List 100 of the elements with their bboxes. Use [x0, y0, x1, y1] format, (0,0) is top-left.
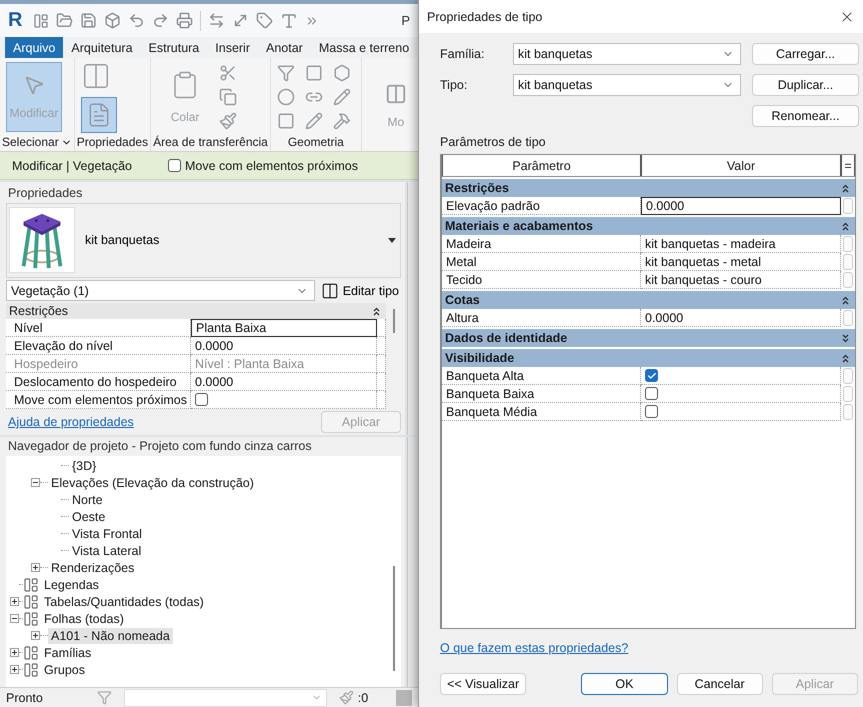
side-button[interactable]: Renomear... — [752, 105, 859, 127]
stool-thumbnail — [9, 207, 75, 274]
expand-toggle[interactable] — [31, 631, 40, 640]
checkbox[interactable] — [645, 387, 658, 400]
ribbon-tab[interactable]: Arquivo — [5, 37, 64, 58]
side-button[interactable]: Duplicar... — [752, 74, 859, 96]
tree-item[interactable]: Famílias — [41, 644, 94, 660]
print-icon[interactable] — [176, 12, 194, 29]
tree-item[interactable]: Grupos — [41, 662, 88, 678]
tree-item[interactable]: Tabelas/Quantidades (todas) — [41, 594, 207, 610]
dropdown-field[interactable]: kit banquetas — [513, 43, 741, 65]
ribbon-tab[interactable]: Anotar — [258, 37, 311, 58]
collapse-icon[interactable] — [842, 222, 849, 230]
property-value[interactable]: Planta Baixa — [191, 319, 377, 338]
group-header[interactable]: Restrições — [442, 179, 855, 197]
side-button[interactable]: Carregar... — [752, 43, 859, 65]
collapse-icon[interactable] — [842, 296, 849, 304]
dropdown-field[interactable]: kit banquetas — [513, 74, 741, 96]
app-logo[interactable]: R — [8, 9, 22, 32]
expand-toggle[interactable] — [10, 648, 19, 657]
tree-item[interactable]: Renderizações — [48, 560, 138, 576]
dialog-button[interactable]: Cancelar — [676, 673, 763, 695]
expand-toggle[interactable] — [10, 597, 19, 606]
plus-icon — [32, 632, 39, 639]
panel-label: Propriedades — [76, 135, 148, 149]
column-header[interactable]: Valor — [641, 155, 841, 176]
dialog-title: Propriedades de tipo — [427, 10, 542, 24]
collapse-icon[interactable] — [842, 354, 849, 362]
expand-toggle[interactable] — [31, 563, 40, 572]
checkbox[interactable] — [645, 405, 658, 418]
window-title: P — [401, 13, 410, 28]
cut-icon[interactable] — [219, 64, 238, 82]
tag-icon[interactable] — [256, 12, 274, 29]
collapse-toggle[interactable] — [10, 614, 19, 623]
group-header[interactable]: Cotas — [442, 291, 855, 309]
dialog-button[interactable]: << Visualizar — [440, 673, 526, 695]
dialog-button[interactable]: OK — [581, 673, 668, 695]
property-value[interactable]: kit banquetas - couro — [641, 271, 841, 289]
collapse-icon[interactable] — [842, 184, 849, 192]
property-value[interactable]: kit banquetas - madeira — [641, 235, 841, 253]
parameter-button[interactable] — [843, 272, 853, 288]
status-indicator — [396, 690, 412, 706]
group-title: Restrições — [9, 304, 68, 318]
tree-item[interactable]: Folhas (todas) — [41, 610, 127, 626]
paintbrush-icon[interactable] — [219, 112, 238, 130]
ribbon-tab[interactable]: Estrutura — [140, 37, 208, 58]
checkbox[interactable] — [195, 393, 208, 406]
panel-label: Área de transferência — [153, 135, 268, 149]
open-icon[interactable] — [56, 12, 74, 29]
panel-title: Propriedades — [7, 186, 84, 202]
parameter-button[interactable] — [843, 386, 853, 402]
parameter-button[interactable] — [843, 310, 853, 326]
type-selector[interactable]: kit banquetas — [6, 203, 401, 278]
group-header[interactable]: Restrições — [6, 303, 386, 320]
property-value[interactable]: 0.0000 — [641, 197, 841, 215]
ribbon-tab[interactable]: Massa e terreno — [310, 37, 418, 58]
tree-item[interactable]: Legendas — [41, 576, 102, 592]
edit-type-button[interactable]: Editar tipo — [318, 282, 401, 300]
filter-dropdown[interactable]: Vegetação (1) — [6, 280, 315, 302]
undo-icon[interactable] — [128, 12, 146, 29]
parameter-button[interactable] — [843, 236, 853, 252]
checkbox[interactable] — [645, 369, 658, 382]
copy-icon[interactable] — [219, 88, 238, 106]
property-value[interactable]: 0.0000 — [191, 337, 377, 356]
ribbon-tab[interactable]: Inserir — [207, 37, 258, 58]
parameter-button[interactable] — [843, 368, 853, 384]
column-header[interactable]: = — [841, 155, 855, 176]
plus-icon — [11, 598, 18, 605]
tree-item[interactable]: A101 - Não nomeada — [48, 628, 173, 644]
ribbon-tab[interactable]: Arquitetura — [63, 37, 141, 58]
parameter-button[interactable] — [843, 254, 853, 270]
checkbox[interactable] — [168, 159, 181, 172]
expand-icon[interactable] — [842, 334, 849, 342]
help-link[interactable]: O que fazem estas propriedades? — [440, 641, 858, 655]
filter-icon[interactable] — [97, 690, 112, 705]
text-icon[interactable] — [280, 12, 298, 30]
tree-item[interactable]: {3D} — [69, 458, 100, 474]
property-value[interactable]: kit banquetas - metal — [641, 253, 841, 271]
parameter-button[interactable] — [843, 198, 853, 214]
collapse-toggle[interactable] — [31, 478, 40, 487]
redo-icon[interactable] — [152, 12, 170, 29]
collapse-icon[interactable] — [373, 306, 380, 316]
property-value[interactable]: 0.0000 — [641, 309, 841, 327]
parameter-button[interactable] — [843, 404, 853, 420]
help-link[interactable]: Ajuda de propriedades — [8, 415, 134, 430]
measure-icon[interactable] — [208, 12, 226, 29]
expand-toggle[interactable] — [10, 665, 19, 674]
tree-item[interactable]: Vista Lateral — [69, 542, 144, 558]
properties-icon[interactable] — [80, 97, 117, 133]
group-header[interactable]: Dados de identidade — [442, 329, 855, 347]
property-name: Banqueta Baixa — [442, 385, 641, 403]
column-header[interactable]: Parâmetro — [442, 155, 641, 176]
tree-item[interactable]: Oeste — [69, 508, 108, 524]
save-icon[interactable] — [80, 12, 98, 29]
property-value[interactable]: 0.0000 — [191, 373, 377, 392]
group-header[interactable]: Visibilidade — [442, 349, 855, 367]
tree-item[interactable]: Norte — [69, 492, 106, 508]
tree-item[interactable]: Vista Frontal — [69, 526, 145, 542]
group-header[interactable]: Materiais e acabamentos — [442, 217, 855, 235]
tree-item[interactable]: Elevações (Elevação da construção) — [48, 474, 257, 490]
